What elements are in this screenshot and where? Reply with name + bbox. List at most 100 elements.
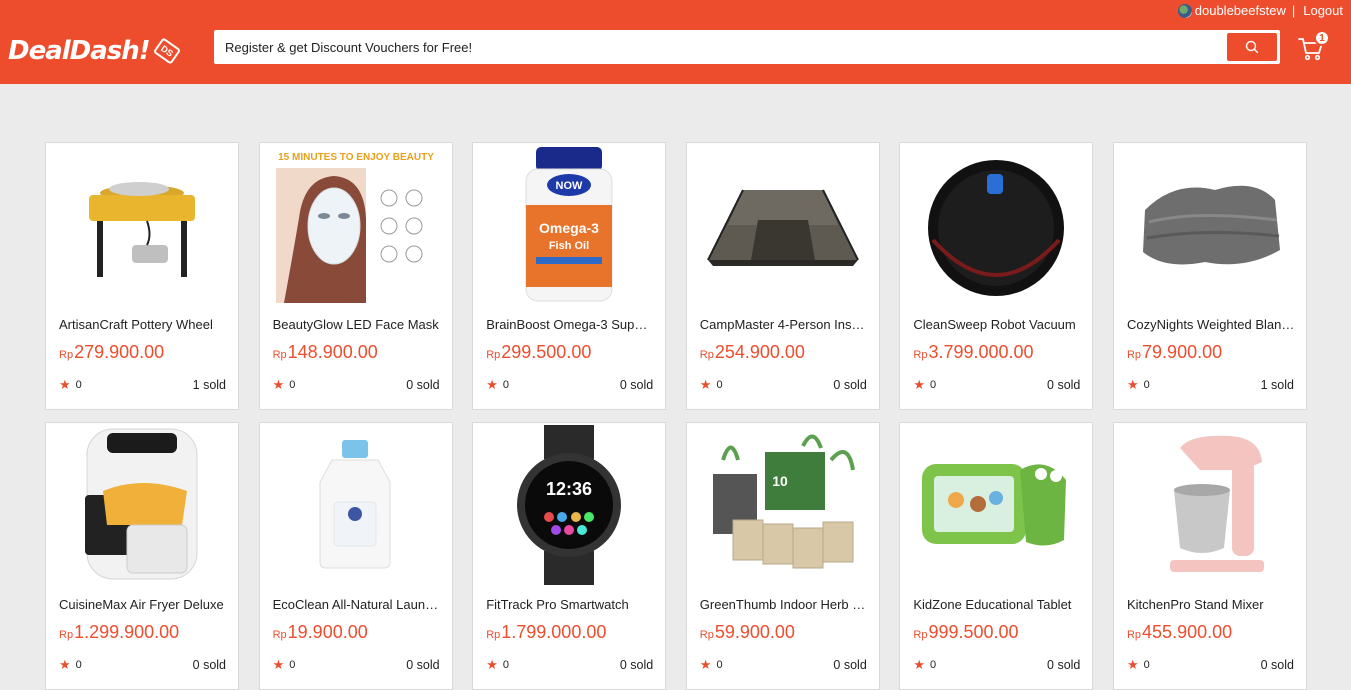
sold-count: 0 sold bbox=[406, 378, 440, 392]
product-rating: ★ 0 bbox=[59, 657, 82, 673]
rating-value: 0 bbox=[716, 379, 723, 391]
product-image bbox=[60, 425, 224, 585]
star-icon: ★ bbox=[1126, 657, 1139, 672]
separator: | bbox=[1291, 3, 1296, 18]
star-icon: ★ bbox=[59, 377, 71, 392]
svg-text:Fish Oil: Fish Oil bbox=[549, 240, 589, 252]
product-image: 15 MINUTES TO ENJOY BEAUTY bbox=[274, 145, 438, 305]
account-links: doublebeefstew | Logout bbox=[1177, 3, 1343, 18]
price-amount: 19.900.00 bbox=[287, 622, 368, 642]
price-amount: 59.900.00 bbox=[714, 622, 795, 642]
product-card[interactable]: CleanSweep Robot Vacuum Rp3.799.000.00 ★… bbox=[899, 142, 1094, 410]
star-icon: ★ bbox=[59, 657, 71, 672]
logo-tag-icon: DS bbox=[152, 37, 181, 65]
rating-value: 0 bbox=[930, 379, 937, 391]
led-face-mask-icon: 15 MINUTES TO ENJOY BEAUTY bbox=[275, 152, 434, 303]
product-card[interactable]: 10 GreenThumb Indoor Herb Garden Kit Rp5… bbox=[685, 422, 880, 690]
product-card[interactable]: EcoClean All-Natural Laundry Detergent R… bbox=[258, 422, 453, 690]
username-link[interactable]: doublebeefstew bbox=[1195, 3, 1286, 18]
svg-text:Omega-3: Omega-3 bbox=[539, 220, 599, 236]
avatar[interactable] bbox=[1177, 3, 1192, 18]
logout-link[interactable]: Logout bbox=[1303, 3, 1343, 18]
star-icon: ★ bbox=[913, 657, 926, 672]
cart-count-badge: 1 bbox=[1314, 30, 1330, 46]
product-image bbox=[914, 145, 1078, 305]
product-rating: ★ 0 bbox=[700, 657, 723, 673]
product-rating: ★ 0 bbox=[273, 657, 296, 673]
star-icon: ★ bbox=[272, 377, 285, 392]
svg-text:15 MINUTES TO ENJOY BEAUTY: 15 MINUTES TO ENJOY BEAUTY bbox=[278, 152, 434, 163]
sold-count: 0 sold bbox=[192, 658, 226, 672]
product-grid: ArtisanCraft Pottery Wheel Rp279.900.00 … bbox=[45, 142, 1307, 690]
smartwatch-icon: 12:36 bbox=[517, 425, 622, 585]
cart-button[interactable]: 1 bbox=[1298, 30, 1330, 62]
product-name: BrainBoost Omega-3 Supplement bbox=[486, 317, 654, 332]
product-price: Rp3.799.000.00 bbox=[913, 342, 1033, 363]
star-icon: ★ bbox=[699, 377, 712, 392]
product-card[interactable]: CampMaster 4-Person Instant Tent Rp254.9… bbox=[685, 142, 880, 410]
product-name: BeautyGlow LED Face Mask bbox=[272, 317, 439, 332]
star-icon: ★ bbox=[272, 657, 285, 672]
product-price: Rp19.900.00 bbox=[273, 622, 368, 643]
currency-label: Rp bbox=[913, 629, 928, 641]
product-name: CozyNights Weighted Blanket bbox=[1126, 317, 1295, 332]
product-card[interactable]: KitchenPro Stand Mixer Rp455.900.00 ★ 0 0… bbox=[1112, 422, 1307, 690]
supplement-bottle-icon: NOW Omega-3 Fish Oil bbox=[525, 147, 613, 302]
product-rating: ★ 0 bbox=[273, 377, 296, 393]
product-price: Rp1.799.000.00 bbox=[486, 622, 606, 643]
product-card[interactable]: ArtisanCraft Pottery Wheel Rp279.900.00 … bbox=[45, 142, 239, 410]
currency-label: Rp bbox=[59, 629, 74, 641]
stand-mixer-icon bbox=[1169, 435, 1264, 572]
herb-garden-kit-icon: 10 bbox=[712, 434, 855, 569]
product-card[interactable]: 12:36 FitTrack Pro Smartwatch Rp1.799.00… bbox=[472, 422, 667, 690]
rating-value: 0 bbox=[502, 379, 509, 391]
product-card[interactable]: KidZone Educational Tablet Rp999.500.00 … bbox=[899, 422, 1094, 690]
sold-count: 1 sold bbox=[192, 378, 226, 392]
rating-value: 0 bbox=[1143, 659, 1150, 671]
product-card[interactable]: 15 MINUTES TO ENJOY BEAUTY BeautyGlow LE… bbox=[258, 142, 453, 410]
product-card[interactable]: CozyNights Weighted Blanket Rp79.900.00 … bbox=[1112, 142, 1307, 410]
sold-count: 0 sold bbox=[619, 378, 654, 392]
product-image: 12:36 bbox=[487, 425, 651, 585]
product-rating: ★ 0 bbox=[1127, 657, 1150, 673]
product-price: Rp455.900.00 bbox=[1127, 622, 1232, 643]
product-price: Rp1.299.900.00 bbox=[59, 622, 179, 643]
product-image bbox=[914, 425, 1078, 585]
search-icon bbox=[1245, 40, 1259, 54]
svg-text:12:36: 12:36 bbox=[546, 479, 592, 499]
search-bar bbox=[214, 30, 1280, 64]
product-rating: ★ 0 bbox=[913, 657, 936, 673]
product-price: Rp254.900.00 bbox=[700, 342, 805, 363]
product-image bbox=[1128, 145, 1292, 305]
price-amount: 148.900.00 bbox=[287, 342, 378, 362]
product-rating: ★ 0 bbox=[59, 377, 82, 393]
product-price: Rp59.900.00 bbox=[700, 622, 795, 643]
product-name: KidZone Educational Tablet bbox=[913, 597, 1072, 612]
product-price: Rp79.900.00 bbox=[1127, 342, 1222, 363]
price-amount: 455.900.00 bbox=[1142, 622, 1233, 642]
product-image bbox=[1128, 425, 1292, 585]
search-input[interactable] bbox=[214, 30, 1227, 64]
product-price: Rp148.900.00 bbox=[273, 342, 378, 363]
product-name: CampMaster 4-Person Instant Tent bbox=[699, 317, 868, 332]
star-icon: ★ bbox=[913, 377, 926, 392]
sold-count: 0 sold bbox=[833, 658, 867, 672]
search-button[interactable] bbox=[1227, 33, 1277, 61]
sold-count: 0 sold bbox=[1260, 658, 1294, 672]
star-icon: ★ bbox=[486, 657, 498, 672]
sold-count: 0 sold bbox=[1047, 658, 1081, 672]
product-price: Rp279.900.00 bbox=[59, 342, 164, 363]
product-name: KitchenPro Stand Mixer bbox=[1126, 597, 1264, 612]
currency-label: Rp bbox=[59, 349, 74, 361]
price-amount: 299.500.00 bbox=[501, 342, 592, 362]
product-card[interactable]: CuisineMax Air Fryer Deluxe Rp1.299.900.… bbox=[45, 422, 239, 690]
price-amount: 3.799.000.00 bbox=[928, 342, 1034, 362]
product-rating: ★ 0 bbox=[486, 377, 509, 393]
svg-text:NOW: NOW bbox=[556, 180, 584, 192]
currency-label: Rp bbox=[1126, 629, 1142, 641]
rating-value: 0 bbox=[75, 659, 82, 671]
logo[interactable]: DealDash! DS bbox=[8, 36, 181, 66]
product-card[interactable]: NOW Omega-3 Fish Oil BrainBoost Omega-3 Su… bbox=[472, 142, 667, 410]
price-amount: 279.900.00 bbox=[74, 342, 165, 362]
product-name: FitTrack Pro Smartwatch bbox=[486, 597, 629, 612]
